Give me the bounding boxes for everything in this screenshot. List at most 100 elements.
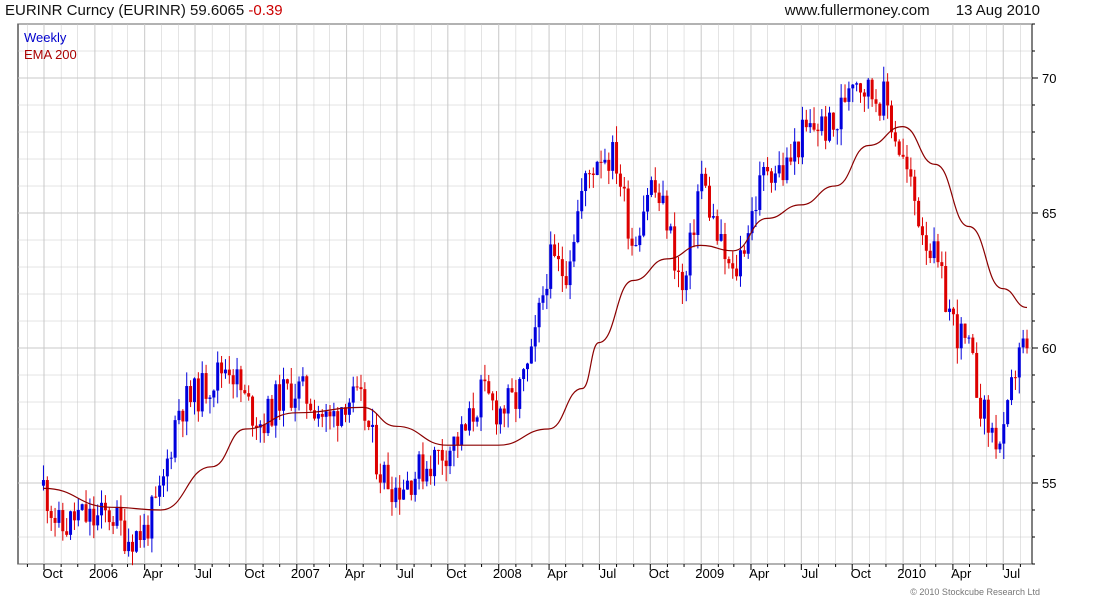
candle-body <box>386 464 390 490</box>
candle-body <box>537 302 541 328</box>
candle-body <box>324 411 328 417</box>
candle-body <box>146 524 150 539</box>
candle <box>595 160 599 176</box>
candle-body <box>134 531 138 552</box>
candle-body <box>959 323 963 349</box>
candle-body <box>189 386 193 403</box>
candle-body <box>433 449 437 477</box>
candle-body <box>282 379 286 411</box>
candle-body <box>932 241 936 259</box>
candle-body <box>812 123 816 130</box>
candle-body <box>456 436 460 446</box>
candle-body <box>584 173 588 192</box>
candle-body <box>208 397 212 399</box>
candle-body <box>769 171 773 183</box>
candle-body <box>266 398 270 434</box>
y-axis: 55 60 65 70 <box>1032 23 1056 565</box>
candle-body <box>301 376 305 382</box>
candle-body <box>316 413 320 419</box>
candle-body <box>847 88 851 102</box>
candle-body <box>96 515 100 526</box>
x-tick-label: 2009 <box>695 566 724 581</box>
candle-body <box>944 266 948 312</box>
candle-body <box>742 250 746 254</box>
candle <box>464 423 468 431</box>
candle-body <box>100 502 104 516</box>
candle-body <box>986 399 990 433</box>
candle-body <box>963 323 967 338</box>
candle-body <box>673 226 677 271</box>
candle-body <box>766 166 770 172</box>
x-tick-label: 2006 <box>89 566 118 581</box>
candle <box>897 139 901 157</box>
x-tick-label: Oct <box>851 566 872 581</box>
candle-body <box>231 375 235 385</box>
candle-body <box>541 295 545 303</box>
candle-body <box>409 480 413 495</box>
candle-body <box>773 173 777 183</box>
candle-body <box>715 216 719 241</box>
candle-body <box>452 436 456 451</box>
candle-body <box>440 449 444 461</box>
candle-body <box>591 173 595 175</box>
candle-body <box>994 427 998 450</box>
candle-body <box>127 541 131 552</box>
candle-body <box>649 180 653 195</box>
candle-body <box>502 408 506 414</box>
candle-body <box>556 255 560 260</box>
candle-body <box>855 83 859 85</box>
candle-body <box>975 352 979 398</box>
candle-body <box>216 362 220 391</box>
x-tick-label: 2008 <box>493 566 522 581</box>
candle-body <box>49 511 53 518</box>
candle <box>134 530 138 553</box>
candle-body <box>1013 377 1017 379</box>
candle-body <box>920 226 924 236</box>
candle <box>266 395 270 436</box>
candle-body <box>460 424 464 446</box>
candle-body <box>727 259 731 264</box>
candle-body <box>967 337 971 339</box>
candle-body <box>394 487 398 503</box>
candle-body <box>572 242 576 262</box>
candle-body <box>731 263 735 269</box>
candle <box>270 394 274 428</box>
candle-body <box>905 156 909 170</box>
candle-body <box>859 83 863 93</box>
candle-body <box>382 464 386 483</box>
candle-body <box>402 489 406 500</box>
candle-body <box>154 496 158 498</box>
candle-body <box>220 362 224 374</box>
candle-body <box>777 165 781 174</box>
candle-body <box>297 381 301 399</box>
candle-body <box>475 417 479 422</box>
candle-body <box>684 275 688 291</box>
x-tick-label: Apr <box>547 566 568 581</box>
candle-body <box>913 176 917 201</box>
candle-body <box>839 97 843 130</box>
candle-body <box>425 468 429 482</box>
candle-body <box>529 346 533 364</box>
candle-body <box>41 480 45 486</box>
y-tick-label: 60 <box>1042 341 1056 356</box>
x-tick-label: Apr <box>345 566 366 581</box>
candle-body <box>142 524 146 541</box>
candle-body <box>332 411 336 417</box>
x-tick-label: Oct <box>42 566 63 581</box>
x-tick-label: Jul <box>600 566 617 581</box>
x-axis: Oct 2006 Apr Jul Oct 2007 Apr Jul Oct 2008 Apr Jul O… <box>26 564 1021 581</box>
candle-body <box>653 180 657 193</box>
candle-body <box>378 474 382 483</box>
candle-body <box>677 270 681 272</box>
candle-body <box>754 209 758 212</box>
candle-body <box>719 234 723 241</box>
candle-body <box>599 161 603 163</box>
candle-body <box>413 478 417 495</box>
candle-body <box>704 173 708 186</box>
candle-body <box>115 506 119 526</box>
candle <box>173 415 177 463</box>
candle-body <box>235 369 239 385</box>
candle-body <box>351 386 355 403</box>
candle-body <box>421 454 425 482</box>
candle-body <box>336 411 340 426</box>
